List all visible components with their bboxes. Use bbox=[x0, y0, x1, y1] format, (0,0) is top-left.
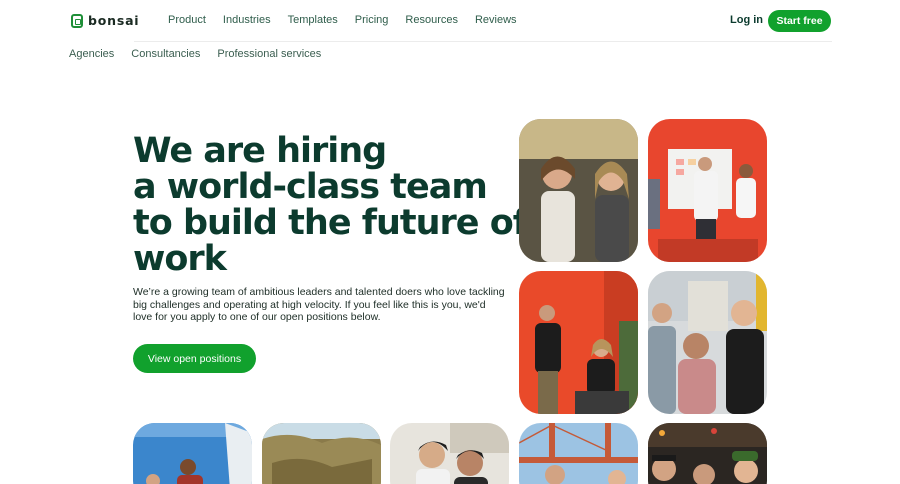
start-free-button[interactable]: Start free bbox=[768, 10, 831, 32]
nav-pricing[interactable]: Pricing bbox=[355, 14, 389, 26]
team-photo-friends bbox=[390, 423, 509, 484]
headline-line-4: work bbox=[133, 239, 227, 279]
team-photo-whiteboard bbox=[648, 119, 767, 262]
subnav-professional-services[interactable]: Professional services bbox=[217, 48, 321, 60]
headline-line-2: a world-class team bbox=[133, 167, 488, 207]
login-link[interactable]: Log in bbox=[730, 14, 763, 26]
sub-navigation: Agencies Consultancies Professional serv… bbox=[69, 48, 321, 60]
team-photo-red-room bbox=[519, 271, 638, 414]
top-navigation: bonsai Product Industries Templates Pric… bbox=[0, 0, 900, 42]
nav-resources[interactable]: Resources bbox=[405, 14, 458, 26]
nav-product[interactable]: Product bbox=[168, 14, 206, 26]
team-photo-cliff bbox=[262, 423, 381, 484]
nav-reviews[interactable]: Reviews bbox=[475, 14, 517, 26]
bonsai-logo-icon bbox=[71, 13, 83, 28]
nav-templates[interactable]: Templates bbox=[288, 14, 338, 26]
nav-industries[interactable]: Industries bbox=[223, 14, 271, 26]
main-menu: Product Industries Templates Pricing Res… bbox=[168, 14, 517, 26]
team-photo-restaurant bbox=[648, 423, 767, 484]
team-photo-car bbox=[519, 119, 638, 262]
hero-headline: We are hiring a world-class team to buil… bbox=[133, 131, 528, 279]
headline-line-1: We are hiring bbox=[133, 131, 387, 171]
bonsai-logo[interactable]: bonsai bbox=[71, 13, 139, 28]
subnav-consultancies[interactable]: Consultancies bbox=[131, 48, 200, 60]
nav-divider bbox=[134, 41, 832, 42]
team-photo-boat bbox=[133, 423, 252, 484]
subnav-agencies[interactable]: Agencies bbox=[69, 48, 114, 60]
view-open-positions-button[interactable]: View open positions bbox=[133, 344, 256, 373]
headline-line-3: to build the future of bbox=[133, 203, 528, 243]
brand-name: bonsai bbox=[88, 13, 140, 28]
team-photo-city bbox=[648, 271, 767, 414]
team-photo-bridge bbox=[519, 423, 638, 484]
hero-description: We’re a growing team of ambitious leader… bbox=[133, 286, 505, 323]
